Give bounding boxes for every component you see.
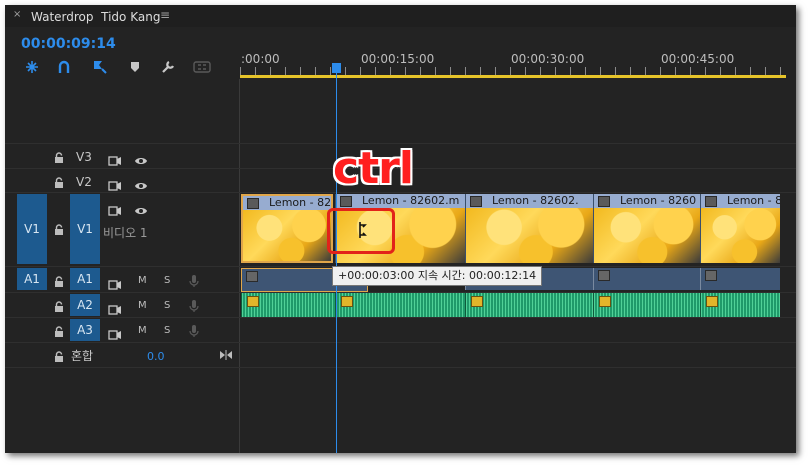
- fx-badge-icon: [246, 271, 258, 282]
- timeline-panel: × Waterdrop Tido Kang ≡ 00:00:09:14 :00:…: [5, 5, 796, 453]
- source-patch-a1[interactable]: A1: [17, 268, 47, 290]
- go-to-edit-point-icon[interactable]: [219, 345, 233, 364]
- playhead-handle[interactable]: [332, 63, 341, 73]
- fx-badge-icon: [706, 296, 718, 307]
- track-label-v2[interactable]: V2: [76, 175, 92, 189]
- track-target-a1[interactable]: A1: [70, 268, 100, 290]
- toggle-sync-icon[interactable]: [108, 325, 122, 344]
- audio-clip[interactable]: [241, 293, 335, 317]
- fx-badge-icon: [599, 296, 611, 307]
- track-name-v1: 비디오 1: [103, 226, 148, 240]
- fx-badge-icon: [341, 296, 353, 307]
- fx-badge-icon: [247, 198, 259, 209]
- lock-icon[interactable]: [53, 174, 65, 193]
- track-target-a3[interactable]: A3: [70, 319, 100, 341]
- clip-thumbnail: [594, 208, 700, 263]
- audio-clip[interactable]: [593, 268, 700, 290]
- video-clip[interactable]: Lemon - 8260: [593, 194, 700, 263]
- solo-button[interactable]: S: [164, 300, 170, 311]
- lock-icon[interactable]: [53, 221, 65, 240]
- clip-name: Lemon - 82602.m: [362, 194, 460, 207]
- solo-button[interactable]: S: [164, 325, 170, 336]
- clip-name: Lemon - 82: [269, 196, 331, 209]
- track-separator: [5, 342, 796, 343]
- video-clip[interactable]: Lemon - 82602.: [465, 194, 593, 263]
- microphone-icon[interactable]: [189, 323, 199, 342]
- add-marker-icon[interactable]: [91, 59, 109, 75]
- clip-thumbnail: [243, 210, 331, 261]
- source-patch-v1[interactable]: V1: [17, 194, 47, 264]
- annotation-highlight-box: [327, 208, 395, 254]
- ruler-label: 00:00:45:00: [661, 52, 735, 66]
- close-tab-button[interactable]: ×: [13, 9, 21, 20]
- ruler-label: 00:00:30:00: [511, 52, 585, 66]
- toggle-sync-icon[interactable]: [108, 176, 122, 195]
- wrench-icon[interactable]: [159, 59, 177, 75]
- audio-clip[interactable]: [700, 293, 780, 317]
- clip-name: Lemon - 8260: [620, 194, 697, 207]
- ruler-ticks[interactable]: [240, 67, 786, 75]
- playhead-line[interactable]: [336, 71, 337, 453]
- clip-name: Lemon - 8: [727, 194, 780, 207]
- fx-badge-icon: [705, 270, 717, 281]
- track-separator: [5, 317, 796, 318]
- ruler-label: 00:00:15:00: [361, 52, 435, 66]
- solo-button[interactable]: S: [164, 275, 170, 286]
- fx-badge-icon: [598, 196, 610, 207]
- audio-clip[interactable]: [593, 293, 700, 317]
- marker-icon[interactable]: [126, 59, 144, 75]
- linked-selection-icon[interactable]: [55, 59, 73, 75]
- captions-icon[interactable]: [193, 59, 211, 75]
- lock-icon[interactable]: [53, 298, 65, 317]
- lock-icon[interactable]: [53, 149, 65, 168]
- toggle-sync-icon[interactable]: [108, 151, 122, 170]
- work-area-bar[interactable]: [240, 75, 786, 78]
- lock-icon[interactable]: [53, 273, 65, 292]
- eye-icon[interactable]: [134, 176, 148, 195]
- mute-button[interactable]: M: [138, 325, 147, 336]
- mute-button[interactable]: M: [138, 300, 147, 311]
- trim-cursor-icon: [359, 222, 367, 238]
- eye-icon[interactable]: [134, 151, 148, 170]
- toggle-sync-icon[interactable]: [108, 275, 122, 294]
- video-clip[interactable]: Lemon - 82: [241, 194, 333, 263]
- eye-icon[interactable]: [134, 201, 148, 220]
- clip-name: Lemon - 82602.: [492, 194, 579, 207]
- fx-badge-icon: [340, 196, 352, 207]
- fx-badge-icon: [705, 196, 717, 207]
- audio-clip[interactable]: [465, 293, 593, 317]
- panel-menu-icon[interactable]: ≡: [160, 8, 170, 22]
- snap-icon[interactable]: [23, 59, 41, 75]
- track-separator: [5, 367, 796, 368]
- trim-tooltip: +00:00:03:00 지속 시간: 00:00:12:14: [332, 266, 543, 286]
- fx-badge-icon: [598, 270, 610, 281]
- mix-volume-value[interactable]: 0.0: [147, 350, 165, 363]
- mix-track-label: 혼합: [71, 349, 94, 363]
- track-label-v3[interactable]: V3: [76, 150, 92, 164]
- microphone-icon[interactable]: [189, 273, 199, 292]
- fx-badge-icon: [471, 296, 483, 307]
- playhead-timecode[interactable]: 00:00:09:14: [21, 36, 116, 52]
- audio-clip[interactable]: [700, 268, 780, 290]
- video-clip[interactable]: Lemon - 8: [700, 194, 780, 263]
- lock-icon[interactable]: [53, 323, 65, 342]
- audio-clip[interactable]: [335, 293, 465, 317]
- ctrl-annotation: ctrl: [333, 143, 414, 194]
- fx-badge-icon: [470, 196, 482, 207]
- lock-icon[interactable]: [53, 348, 65, 367]
- clip-thumbnail: [466, 208, 593, 263]
- track-target-a2[interactable]: A2: [70, 294, 100, 316]
- fx-badge-icon: [247, 296, 259, 307]
- microphone-icon[interactable]: [189, 298, 199, 317]
- clip-thumbnail: [701, 208, 780, 263]
- track-target-v1[interactable]: V1: [70, 194, 100, 264]
- sequence-tab-title[interactable]: Waterdrop Tido Kang: [31, 10, 160, 24]
- mute-button[interactable]: M: [138, 275, 147, 286]
- ruler-label: :00:00: [241, 52, 280, 66]
- toggle-sync-icon[interactable]: [108, 300, 122, 319]
- toggle-sync-icon[interactable]: [108, 201, 122, 220]
